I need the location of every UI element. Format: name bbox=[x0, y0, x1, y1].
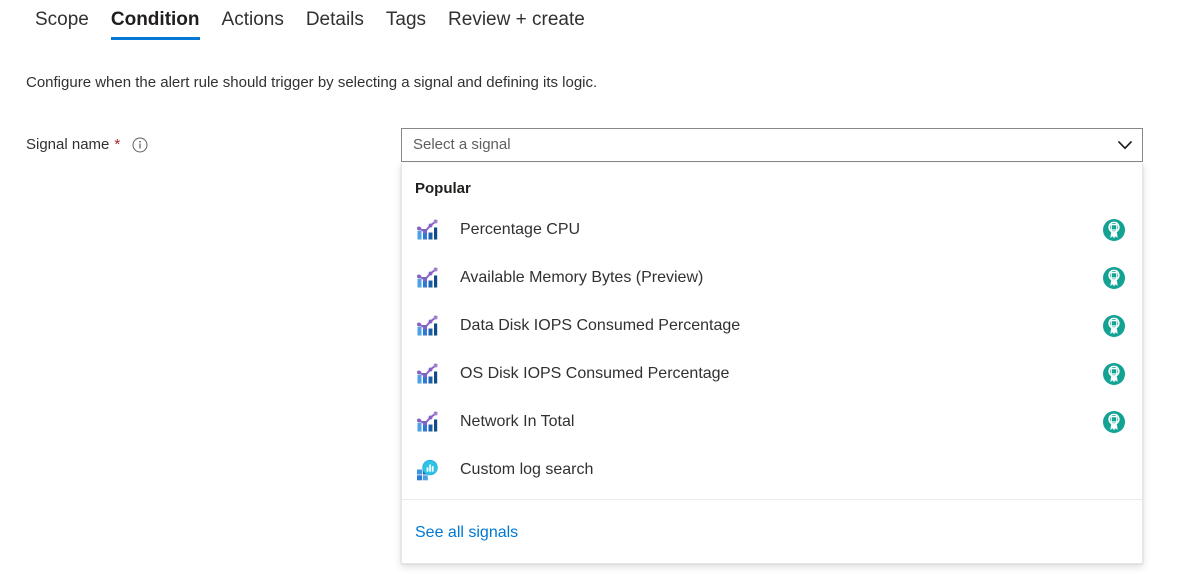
list-item-label: Available Memory Bytes (Preview) bbox=[460, 269, 704, 286]
list-item[interactable]: Percentage CPU bbox=[402, 206, 1142, 254]
tab-review-create[interactable]: Review + create bbox=[437, 0, 596, 44]
see-all-signals-link[interactable]: See all signals bbox=[415, 522, 518, 544]
list-item-label: Data Disk IOPS Consumed Percentage bbox=[460, 317, 741, 334]
signal-dropdown-panel: Popular Percentage CPU Available Memory … bbox=[401, 163, 1143, 564]
list-item-label: Network In Total bbox=[460, 413, 575, 430]
page-description: Configure when the alert rule should tri… bbox=[26, 74, 598, 91]
list-item[interactable]: Custom log search bbox=[402, 446, 1142, 494]
required-asterisk: * bbox=[114, 136, 121, 153]
dropdown-group-header: Popular bbox=[415, 180, 471, 197]
metric-chart-icon bbox=[415, 314, 439, 338]
metric-chart-icon bbox=[415, 266, 439, 290]
signal-option-list: Percentage CPU Available Memory Bytes (P… bbox=[402, 206, 1142, 494]
list-item-label: OS Disk IOPS Consumed Percentage bbox=[460, 365, 730, 382]
log-search-icon bbox=[415, 458, 439, 482]
popular-badge-icon bbox=[1101, 313, 1127, 339]
metric-chart-icon bbox=[415, 410, 439, 434]
signal-name-label-row: Signal name * bbox=[26, 134, 148, 156]
signal-name-combobox[interactable]: Select a signal bbox=[401, 128, 1143, 162]
chevron-down-icon[interactable] bbox=[1108, 129, 1142, 161]
tab-scope[interactable]: Scope bbox=[24, 0, 100, 44]
signal-name-input[interactable]: Select a signal bbox=[402, 135, 1108, 155]
popular-badge-icon bbox=[1101, 217, 1127, 243]
list-item[interactable]: OS Disk IOPS Consumed Percentage bbox=[402, 350, 1142, 398]
info-icon[interactable] bbox=[132, 137, 148, 153]
list-item[interactable]: Available Memory Bytes (Preview) bbox=[402, 254, 1142, 302]
dropdown-footer: See all signals bbox=[402, 500, 1142, 563]
tab-details[interactable]: Details bbox=[295, 0, 375, 44]
list-item[interactable]: Network In Total bbox=[402, 398, 1142, 446]
list-item[interactable]: Data Disk IOPS Consumed Percentage bbox=[402, 302, 1142, 350]
tab-actions[interactable]: Actions bbox=[211, 0, 295, 44]
popular-badge-icon bbox=[1101, 361, 1127, 387]
signal-name-label: Signal name bbox=[26, 136, 110, 153]
wizard-tab-strip: Scope Condition Actions Details Tags Rev… bbox=[0, 0, 1180, 54]
metric-chart-icon bbox=[415, 218, 439, 242]
metric-chart-icon bbox=[415, 362, 439, 386]
tab-condition[interactable]: Condition bbox=[100, 0, 211, 44]
popular-badge-icon bbox=[1101, 265, 1127, 291]
badge-placeholder bbox=[1101, 457, 1127, 483]
list-item-label: Percentage CPU bbox=[460, 221, 581, 238]
tab-tags[interactable]: Tags bbox=[375, 0, 437, 44]
list-item-label: Custom log search bbox=[460, 461, 594, 478]
popular-badge-icon bbox=[1101, 409, 1127, 435]
